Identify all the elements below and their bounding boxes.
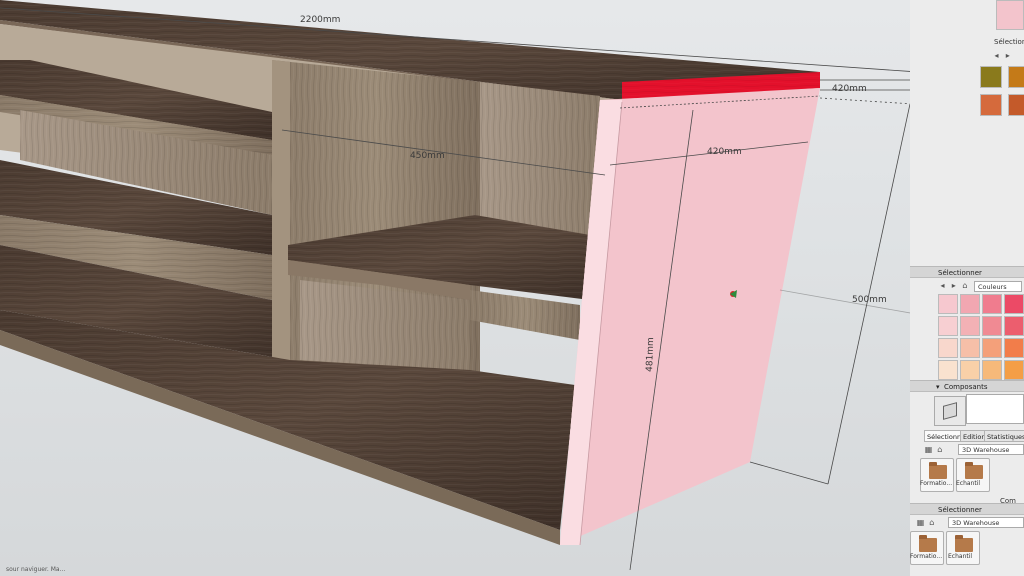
- home-icon[interactable]: ⌂: [960, 280, 969, 290]
- component-preview: [934, 396, 966, 426]
- collapse-triangle-icon: ▾: [936, 383, 940, 391]
- model-canvas[interactable]: 2200mm 420mm 19mm 450mm 420mm 500mm 481m…: [0, 0, 910, 576]
- color-swatch[interactable]: [1004, 294, 1024, 314]
- 3d-viewport[interactable]: 2200mm 420mm 19mm 450mm 420mm 500mm 481m…: [0, 0, 910, 576]
- current-material-swatch[interactable]: [996, 0, 1024, 30]
- material-swatch[interactable]: [1008, 94, 1024, 116]
- folder-icon: [929, 462, 947, 479]
- dim-depth-top: 420mm: [832, 84, 867, 94]
- collection-dropdown[interactable]: Couleurs: [974, 281, 1022, 292]
- materials-top-panel: Sélectionner ◂ ▸: [910, 36, 1024, 131]
- material-swatch[interactable]: [1008, 66, 1024, 88]
- cube-icon: [943, 402, 957, 420]
- lower-panel-title: Sélectionner: [910, 503, 1024, 515]
- grid-icon[interactable]: ▦: [924, 444, 933, 454]
- lower-component-item-1-label: Formatio...: [910, 553, 943, 560]
- color-swatch[interactable]: [938, 360, 958, 380]
- top-panel-nav: ◂ ▸: [992, 50, 1012, 62]
- color-swatch[interactable]: [1004, 338, 1024, 358]
- component-description-field[interactable]: [966, 394, 1024, 424]
- colors-panel-title: Sélectionner: [910, 266, 1024, 278]
- component-item-1-label: Formatio...: [920, 480, 953, 487]
- material-swatch[interactable]: [980, 66, 1002, 88]
- color-swatch[interactable]: [982, 294, 1002, 314]
- color-swatch[interactable]: [938, 338, 958, 358]
- status-bar-text: sour naviguer. Ma...: [6, 566, 66, 573]
- forward-arrow-icon[interactable]: ▸: [949, 280, 958, 290]
- color-swatch[interactable]: [960, 338, 980, 358]
- default-tray: Sélectionner ◂ ▸ Sélectionner ◂ ▸ ⌂ Coul…: [910, 0, 1024, 576]
- dim-inner-width: 450mm: [410, 151, 445, 161]
- colors-panel: Sélectionner ◂ ▸ ⌂ Couleurs: [910, 266, 1024, 386]
- components-panel: ▾ Composants Sélectionner Edition Statis…: [910, 380, 1024, 500]
- components-nav: ▦ ⌂: [924, 444, 944, 456]
- back-arrow-icon[interactable]: ◂: [938, 280, 947, 290]
- tab-statistics[interactable]: Statistiques: [984, 430, 1024, 442]
- color-swatch[interactable]: [982, 338, 1002, 358]
- components-panel-title[interactable]: ▾ Composants: [910, 380, 1024, 392]
- color-swatch[interactable]: [960, 294, 980, 314]
- folder-icon: [955, 535, 973, 552]
- folder-icon: [919, 535, 937, 552]
- top-panel-title: Sélectionner: [994, 38, 1024, 46]
- dim-height-outer: 500mm: [852, 295, 887, 305]
- color-swatch[interactable]: [982, 360, 1002, 380]
- colors-nav: ◂ ▸ ⌂: [938, 280, 969, 292]
- lower-component-item-2-label: Echantil: [948, 553, 973, 560]
- lower-nav: ▦ ⌂: [916, 517, 936, 529]
- component-item-2-label: Echantil: [956, 480, 981, 487]
- lower-components-panel: Com Sélectionner ▦ ⌂ 3D Warehouse Format…: [910, 497, 1024, 576]
- home-icon[interactable]: ⌂: [927, 517, 936, 527]
- color-swatch[interactable]: [938, 294, 958, 314]
- color-swatch[interactable]: [982, 316, 1002, 336]
- color-swatch[interactable]: [960, 316, 980, 336]
- color-swatch[interactable]: [960, 360, 980, 380]
- color-swatch[interactable]: [1004, 360, 1024, 380]
- folder-icon: [965, 462, 983, 479]
- source-dropdown[interactable]: 3D Warehouse: [958, 444, 1024, 455]
- color-swatch[interactable]: [1004, 316, 1024, 336]
- dim-height-inner: 481mm: [645, 337, 656, 372]
- grid-icon[interactable]: ▦: [916, 517, 925, 527]
- lower-source-dropdown[interactable]: 3D Warehouse: [948, 517, 1024, 528]
- dim-overall-width: 2200mm: [300, 15, 340, 25]
- material-swatch[interactable]: [980, 94, 1002, 116]
- home-icon[interactable]: ⌂: [935, 444, 944, 454]
- forward-arrow-icon[interactable]: ▸: [1003, 50, 1012, 60]
- color-swatch[interactable]: [938, 316, 958, 336]
- back-arrow-icon[interactable]: ◂: [992, 50, 1001, 60]
- dim-depth-side: 420mm: [707, 147, 742, 157]
